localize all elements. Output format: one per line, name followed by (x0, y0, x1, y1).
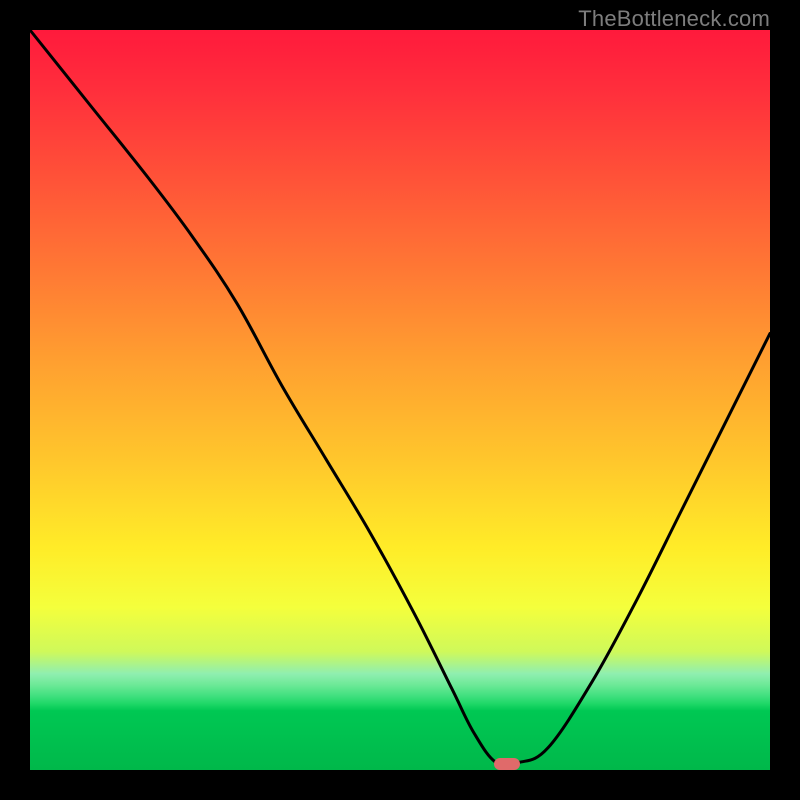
watermark-text: TheBottleneck.com (578, 6, 770, 32)
bottleneck-curve (30, 30, 770, 766)
chart-frame: TheBottleneck.com (0, 0, 800, 800)
bottleneck-point-marker (494, 758, 520, 770)
chart-line-layer (30, 30, 770, 770)
